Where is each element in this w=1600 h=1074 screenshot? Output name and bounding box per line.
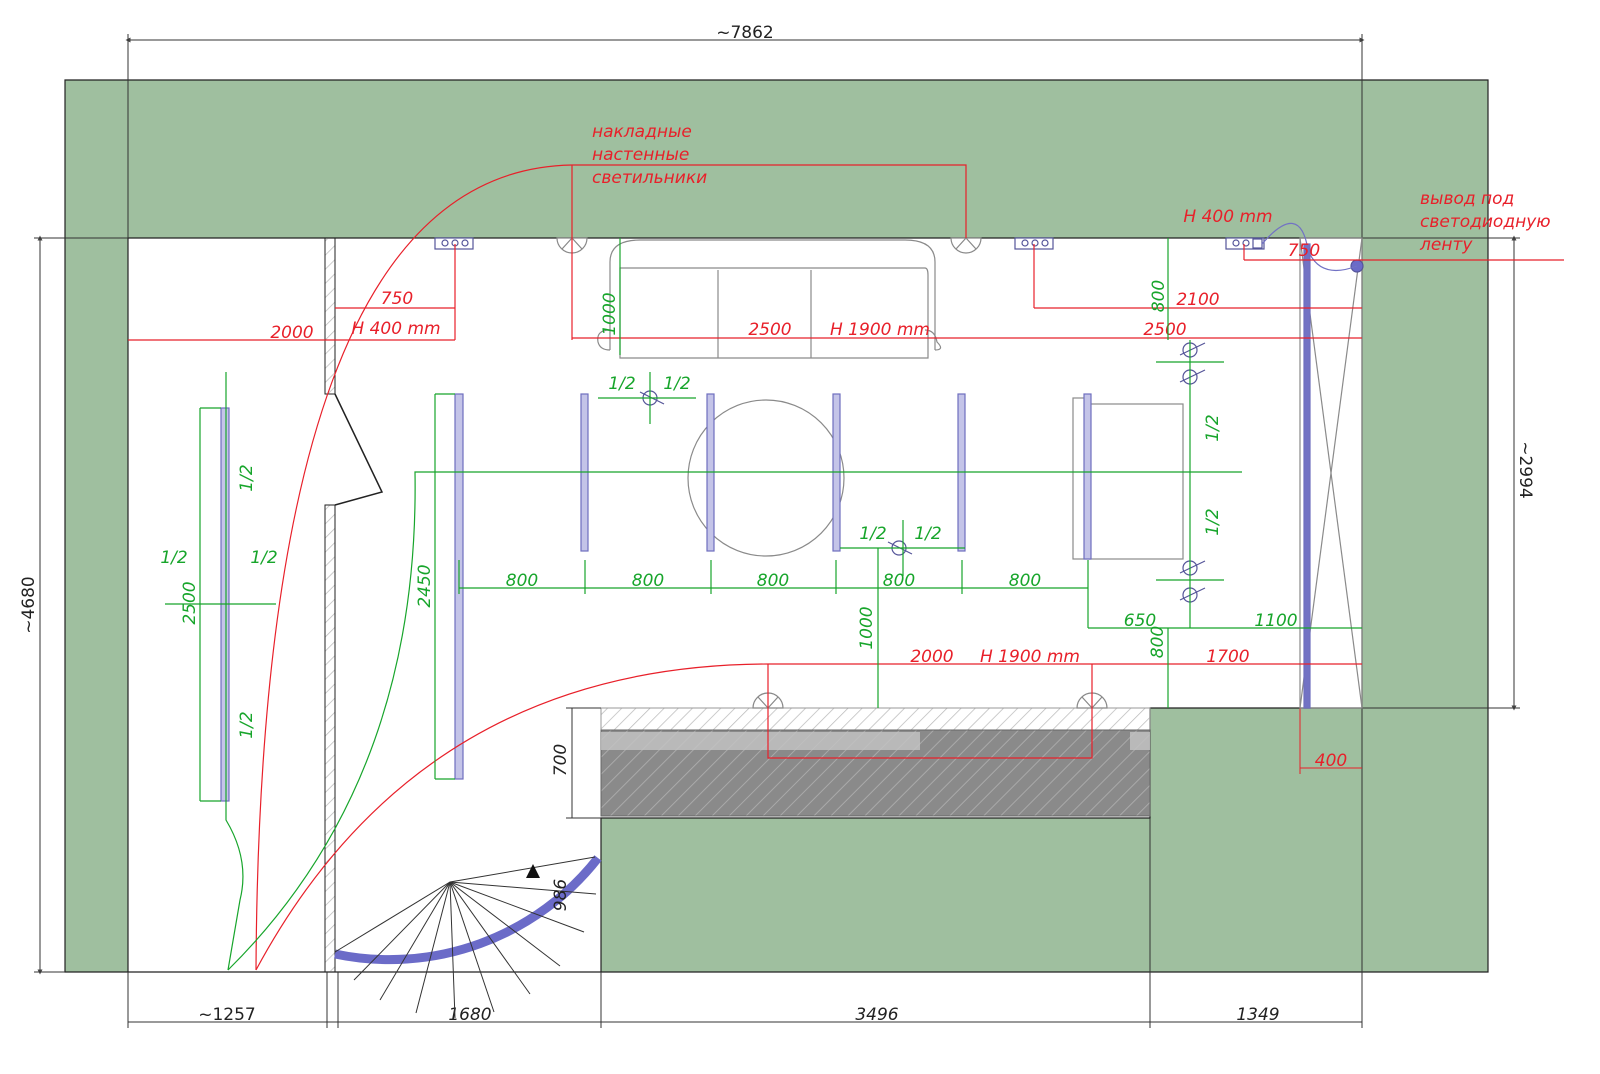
green-half-spot-2b: 1/2: [914, 524, 941, 544]
door-leaf: [334, 393, 384, 506]
green-half-right-2: 1/2: [1203, 508, 1223, 535]
green-half-left-2: 1/2: [160, 548, 187, 568]
wall-lamp-2: [950, 237, 982, 254]
spotlight-5: [1179, 560, 1206, 576]
wall-socket-right: [1225, 237, 1265, 250]
green-half-left-1: 1/2: [237, 464, 257, 491]
spotlight-4: [1179, 369, 1206, 385]
dim-bottom-3: 3496: [855, 1005, 898, 1025]
green-dim-bottom-1000: 1000: [857, 606, 877, 649]
wall-lights-line-1: накладные: [592, 122, 692, 142]
led-output-line-2: светодиодную: [1420, 212, 1551, 232]
red-dim-left-offset: 750: [381, 289, 413, 309]
red-dim-right-width: 2100: [1176, 290, 1219, 310]
green-half-left-3: 1/2: [250, 548, 277, 568]
green-half-spot-2a: 1/2: [859, 524, 886, 544]
red-dim-left-depth: 2000: [270, 323, 313, 343]
green-spacing-3: 800: [757, 571, 789, 591]
dim-stair-step: 986: [551, 879, 571, 912]
green-gap-1100: 1100: [1254, 611, 1297, 631]
spotlight-3: [1179, 342, 1206, 358]
red-dim-bottom-width: 2000: [910, 647, 953, 667]
wall-mass: [64, 79, 1489, 973]
green-half-spot-1a: 1/2: [608, 374, 635, 394]
dim-bottom-1: ~1257: [198, 1005, 256, 1025]
walls: [64, 79, 1489, 973]
dim-right-offset: 400: [1315, 751, 1347, 771]
red-dim-sofa-width: 2500: [748, 320, 791, 340]
green-dim-left-panel: 2500: [180, 581, 200, 624]
red-dim-right-offset: 750: [1288, 241, 1320, 261]
green-dim-left-light-run: 2450: [415, 564, 435, 607]
light-bar-wardrobe: [1303, 243, 1311, 709]
armchair: [1089, 403, 1184, 560]
wall-lamps: [556, 237, 1108, 709]
green-spacing-1: 800: [506, 571, 538, 591]
red-dim-bottom-height: H 1900 mm: [980, 647, 1080, 667]
green-dim-right-top: 800: [1149, 280, 1169, 312]
dim-right-total: ~2994: [1515, 441, 1535, 499]
dim-bottom-4: 1349: [1236, 1005, 1279, 1025]
wall-lights-line-3: светильники: [592, 168, 707, 188]
led-output-line-3: ленту: [1419, 235, 1473, 255]
green-half-spot-1b: 1/2: [663, 374, 690, 394]
dim-top-total: ~7862: [716, 23, 774, 43]
led-output-line-1: вывод под: [1420, 189, 1514, 209]
red-dim-right-height: H 400 mm: [1183, 207, 1272, 227]
dim-left-total: ~4680: [19, 576, 39, 634]
red-dim-bottom-right: 1700: [1206, 647, 1249, 667]
green-half-left-4: 1/2: [237, 711, 257, 738]
wall-socket-left: [434, 237, 474, 250]
red-dim-left-height: H 400 mm: [351, 319, 440, 339]
red-dim-right-run: 2500: [1143, 320, 1186, 340]
wall-lights-line-2: настенные: [592, 145, 689, 165]
niche-top-hatch: [600, 707, 1151, 731]
light-bar-6: [1083, 393, 1092, 560]
stair-direction-arrow: [526, 864, 540, 878]
floor-plan: ~7862 ~4680 ~2994 ~1257 1680 3496 1349 7…: [19, 23, 1564, 1028]
spiral-staircase: 986: [334, 855, 602, 1019]
green-dim-sofa-depth: 1000: [600, 292, 620, 335]
partition-wall-upper: [324, 237, 336, 395]
green-spacing-2: 800: [632, 571, 664, 591]
spotlight-6: [1179, 587, 1206, 603]
partition-wall-lower: [324, 504, 336, 973]
dim-niche-depth: 700: [551, 744, 571, 776]
green-spacing-5: 800: [1009, 571, 1041, 591]
green-dim-bottom-800: 800: [1148, 626, 1168, 658]
green-spacing-4: 800: [883, 571, 915, 591]
media-niche: [600, 707, 1151, 817]
green-half-right-1: 1/2: [1203, 414, 1223, 441]
sofa: [597, 239, 942, 359]
red-dim-sofa-height: H 1900 mm: [830, 320, 930, 340]
